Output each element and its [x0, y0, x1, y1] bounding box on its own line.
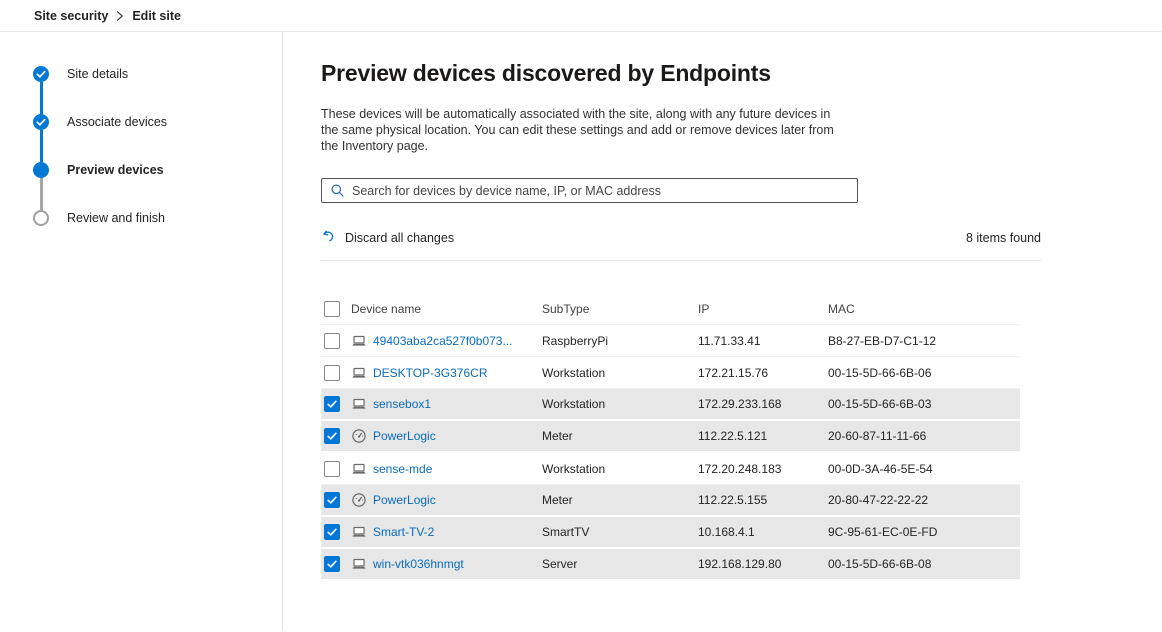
- meter-icon: [351, 492, 368, 508]
- table-header-row: Device name SubType IP MAC: [321, 294, 1020, 325]
- select-all-checkbox[interactable]: [324, 301, 340, 317]
- toolbar-divider: [321, 260, 1041, 261]
- discard-all-changes-button[interactable]: Discard all changes: [321, 229, 454, 247]
- mac-cell: 20-80-47-22-22-22: [828, 485, 1020, 517]
- subtype-cell: Meter: [542, 485, 698, 517]
- devices-table-body: 49403aba2ca527f0b073... RaspberryPi11.71.…: [321, 325, 1020, 581]
- stepper-step-associate-devices[interactable]: Associate devices: [33, 114, 282, 130]
- empty-circle-icon: [33, 210, 49, 226]
- device-name-link[interactable]: sense-mde: [373, 462, 432, 476]
- laptop-icon: [351, 557, 368, 571]
- laptop-icon: [351, 334, 368, 348]
- stepper-step-review-and-finish[interactable]: Review and finish: [33, 210, 282, 226]
- column-header-subtype: SubType: [542, 294, 698, 325]
- row-checkbox[interactable]: [324, 396, 340, 412]
- undo-icon: [321, 229, 336, 247]
- row-checkbox[interactable]: [324, 428, 340, 444]
- subtype-cell: Workstation: [542, 389, 698, 421]
- stepper-step-label: Associate devices: [67, 115, 167, 129]
- row-checkbox[interactable]: [324, 365, 340, 381]
- subtype-cell: Meter: [542, 421, 698, 453]
- stepper-step-label: Review and finish: [67, 211, 165, 225]
- stepper-step-site-details[interactable]: Site details: [33, 66, 282, 82]
- device-name-link[interactable]: Smart-TV-2: [373, 525, 434, 539]
- stepper-step-label: Preview devices: [67, 163, 164, 177]
- device-name-link[interactable]: PowerLogic: [373, 429, 436, 443]
- device-name-link[interactable]: win-vtk036hnmgt: [373, 557, 464, 571]
- mac-cell: B8-27-EB-D7-C1-12: [828, 325, 1020, 357]
- discard-all-changes-label: Discard all changes: [345, 231, 454, 245]
- ip-cell: 112.22.5.155: [698, 485, 828, 517]
- table-row[interactable]: PowerLogic Meter112.22.5.12120-60-87-11-1…: [321, 421, 1020, 453]
- breadcrumb-edit-site: Edit site: [132, 9, 181, 23]
- check-circle-icon: [33, 66, 49, 82]
- laptop-icon: [351, 462, 368, 476]
- table-row[interactable]: Smart-TV-2 SmartTV10.168.4.19C-95-61-EC-0…: [321, 517, 1020, 549]
- table-row[interactable]: PowerLogic Meter112.22.5.15520-80-47-22-2…: [321, 485, 1020, 517]
- row-checkbox[interactable]: [324, 524, 340, 540]
- row-checkbox[interactable]: [324, 556, 340, 572]
- table-toolbar: Discard all changes 8 items found: [321, 229, 1041, 247]
- meter-icon: [351, 428, 368, 444]
- devices-table: Device name SubType IP MAC 49403aba2ca52…: [321, 294, 1020, 581]
- mac-cell: 00-15-5D-66-6B-08: [828, 549, 1020, 581]
- table-row[interactable]: DESKTOP-3G376CR Workstation172.21.15.7600…: [321, 357, 1020, 389]
- laptop-icon: [351, 366, 368, 380]
- stepper-connector: [40, 130, 43, 162]
- ip-cell: 172.21.15.76: [698, 357, 828, 389]
- row-checkbox[interactable]: [324, 461, 340, 477]
- subtype-cell: SmartTV: [542, 517, 698, 549]
- device-name-link[interactable]: 49403aba2ca527f0b073...: [373, 334, 512, 348]
- table-row[interactable]: sense-mde Workstation172.20.248.18300-0D-…: [321, 453, 1020, 485]
- row-checkbox[interactable]: [324, 333, 340, 349]
- table-row[interactable]: win-vtk036hnmgt Server192.168.129.8000-15…: [321, 549, 1020, 581]
- wizard-stepper: Site details Associate devices Preview de…: [0, 32, 283, 631]
- laptop-icon: [351, 525, 368, 539]
- table-row[interactable]: 49403aba2ca527f0b073... RaspberryPi11.71.…: [321, 325, 1020, 357]
- column-header-ip: IP: [698, 294, 828, 325]
- ip-cell: 112.22.5.121: [698, 421, 828, 453]
- search-icon: [330, 183, 345, 203]
- device-name-link[interactable]: DESKTOP-3G376CR: [373, 366, 488, 380]
- page-description: These devices will be automatically asso…: [321, 107, 837, 154]
- column-header-mac: MAC: [828, 294, 1020, 325]
- subtype-cell: Workstation: [542, 357, 698, 389]
- laptop-icon: [351, 397, 368, 411]
- device-name-link[interactable]: PowerLogic: [373, 493, 436, 507]
- subtype-cell: RaspberryPi: [542, 325, 698, 357]
- subtype-cell: Workstation: [542, 453, 698, 485]
- subtype-cell: Server: [542, 549, 698, 581]
- edit-site-page: Site security Edit site Site details Ass…: [0, 0, 1162, 632]
- ip-cell: 172.20.248.183: [698, 453, 828, 485]
- mac-cell: 00-0D-3A-46-5E-54: [828, 453, 1020, 485]
- items-found-count: 8 items found: [966, 231, 1041, 245]
- ip-cell: 11.71.33.41: [698, 325, 828, 357]
- stepper-step-preview-devices[interactable]: Preview devices: [33, 162, 282, 178]
- ip-cell: 172.29.233.168: [698, 389, 828, 421]
- search-input[interactable]: [321, 178, 858, 203]
- device-name-link[interactable]: sensebox1: [373, 397, 431, 411]
- mac-cell: 9C-95-61-EC-0E-FD: [828, 517, 1020, 549]
- main-content: Preview devices discovered by Endpoints …: [283, 32, 1162, 631]
- page-title: Preview devices discovered by Endpoints: [321, 60, 1162, 87]
- breadcrumb: Site security Edit site: [0, 0, 1162, 32]
- column-header-device-name: Device name: [351, 302, 421, 316]
- check-circle-icon: [33, 114, 49, 130]
- stepper-connector: [40, 178, 43, 210]
- mac-cell: 20-60-87-11-11-66: [828, 421, 1020, 453]
- mac-cell: 00-15-5D-66-6B-06: [828, 357, 1020, 389]
- table-row[interactable]: sensebox1 Workstation172.29.233.16800-15-…: [321, 389, 1020, 421]
- ip-cell: 192.168.129.80: [698, 549, 828, 581]
- stepper-connector: [40, 82, 43, 114]
- ip-cell: 10.168.4.1: [698, 517, 828, 549]
- filled-circle-icon: [33, 162, 49, 178]
- mac-cell: 00-15-5D-66-6B-03: [828, 389, 1020, 421]
- stepper-step-label: Site details: [67, 67, 128, 81]
- breadcrumb-site-security[interactable]: Site security: [34, 9, 108, 23]
- device-search: [321, 178, 858, 203]
- chevron-right-icon: [116, 11, 124, 21]
- row-checkbox[interactable]: [324, 492, 340, 508]
